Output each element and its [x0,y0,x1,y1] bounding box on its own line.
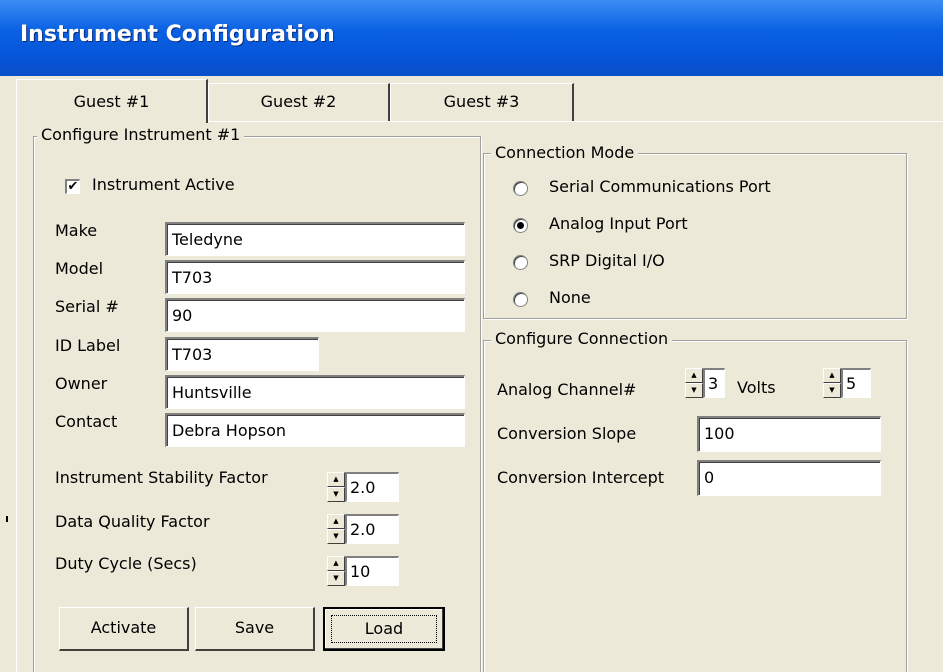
instrument-configuration-window: Instrument Configuration Guest #1 Guest … [0,0,943,672]
radio-analog-input[interactable] [513,218,528,233]
spin-down-icon[interactable]: ▼ [685,383,703,398]
stability-factor-spinner[interactable]: ▲ ▼ [327,472,345,502]
contact-field[interactable]: Debra Hopson [165,413,465,447]
volts-input[interactable]: 5 [841,368,871,398]
spin-down-icon[interactable]: ▼ [327,529,345,544]
radio-none[interactable] [513,292,528,307]
serial-label: Serial # [55,297,119,316]
none-label: None [549,288,591,307]
configure-instrument-label: Configure Instrument #1 [37,125,245,144]
analog-channel-label: Analog Channel# [497,380,637,399]
contact-label: Contact [55,412,118,431]
conversion-intercept-label: Conversion Intercept [497,468,665,487]
window-title: Instrument Configuration [20,22,335,47]
conversion-slope-label: Conversion Slope [497,424,637,443]
spin-up-icon[interactable]: ▲ [823,368,841,383]
divider-mark [6,516,8,522]
analog-channel-input[interactable]: 3 [703,368,725,398]
duty-cycle-label: Duty Cycle (Secs) [55,554,197,573]
checkmark-icon: ✔ [67,179,79,194]
owner-field[interactable]: Huntsville [165,375,465,409]
owner-label: Owner [55,374,108,393]
radio-selected-dot [517,222,524,229]
spin-up-icon[interactable]: ▲ [327,472,345,487]
volts-label: Volts [737,378,776,397]
model-field[interactable]: T703 [165,260,465,294]
srp-digital-label: SRP Digital I/O [549,251,665,270]
title-bar[interactable]: Instrument Configuration [0,0,943,76]
tab-panel-guest-1: Configure Instrument #1 ✔ Instrument Act… [16,121,943,672]
spin-down-icon[interactable]: ▼ [823,383,841,398]
conversion-intercept-field[interactable]: 0 [697,460,881,496]
make-field[interactable]: Teledyne [165,222,465,256]
analog-channel-spinner[interactable]: ▲ ▼ [685,368,703,398]
activate-button[interactable]: Activate [59,607,189,651]
volts-spinner[interactable]: ▲ ▼ [823,368,841,398]
model-label: Model [55,259,104,278]
duty-cycle-input[interactable]: 10 [345,556,399,586]
spin-up-icon[interactable]: ▲ [327,514,345,529]
tab-guest-1-label: Guest #1 [73,92,150,111]
id-label-field[interactable]: T703 [165,337,319,371]
instrument-active-checkbox[interactable]: ✔ [65,179,80,194]
duty-cycle-spinner[interactable]: ▲ ▼ [327,556,345,586]
tab-guest-2[interactable]: Guest #2 [208,83,390,121]
tab-guest-3-label: Guest #3 [443,92,520,111]
serial-port-label: Serial Communications Port [549,177,771,196]
stability-factor-input[interactable]: 2.0 [345,472,399,502]
spin-down-icon[interactable]: ▼ [327,487,345,502]
analog-input-label: Analog Input Port [549,214,688,233]
id-label-label: ID Label [55,336,121,355]
load-button[interactable]: Load [323,607,445,651]
spin-down-icon[interactable]: ▼ [327,571,345,586]
tab-guest-3[interactable]: Guest #3 [390,83,574,121]
connection-mode-label: Connection Mode [491,143,639,162]
tab-guest-1[interactable]: Guest #1 [16,79,208,123]
spin-up-icon[interactable]: ▲ [685,368,703,383]
spin-up-icon[interactable]: ▲ [327,556,345,571]
focus-rect [331,615,437,643]
conversion-slope-field[interactable]: 100 [697,416,881,452]
save-button[interactable]: Save [195,607,315,651]
data-quality-spinner[interactable]: ▲ ▼ [327,514,345,544]
configure-connection-label: Configure Connection [491,329,673,348]
radio-serial-port[interactable] [513,181,528,196]
instrument-active-label: Instrument Active [92,175,235,194]
radio-srp-digital[interactable] [513,255,528,270]
stability-factor-label: Instrument Stability Factor [55,468,268,487]
serial-field[interactable]: 90 [165,298,465,332]
make-label: Make [55,221,98,240]
data-quality-label: Data Quality Factor [55,512,210,531]
tab-guest-2-label: Guest #2 [260,92,337,111]
data-quality-input[interactable]: 2.0 [345,514,399,544]
